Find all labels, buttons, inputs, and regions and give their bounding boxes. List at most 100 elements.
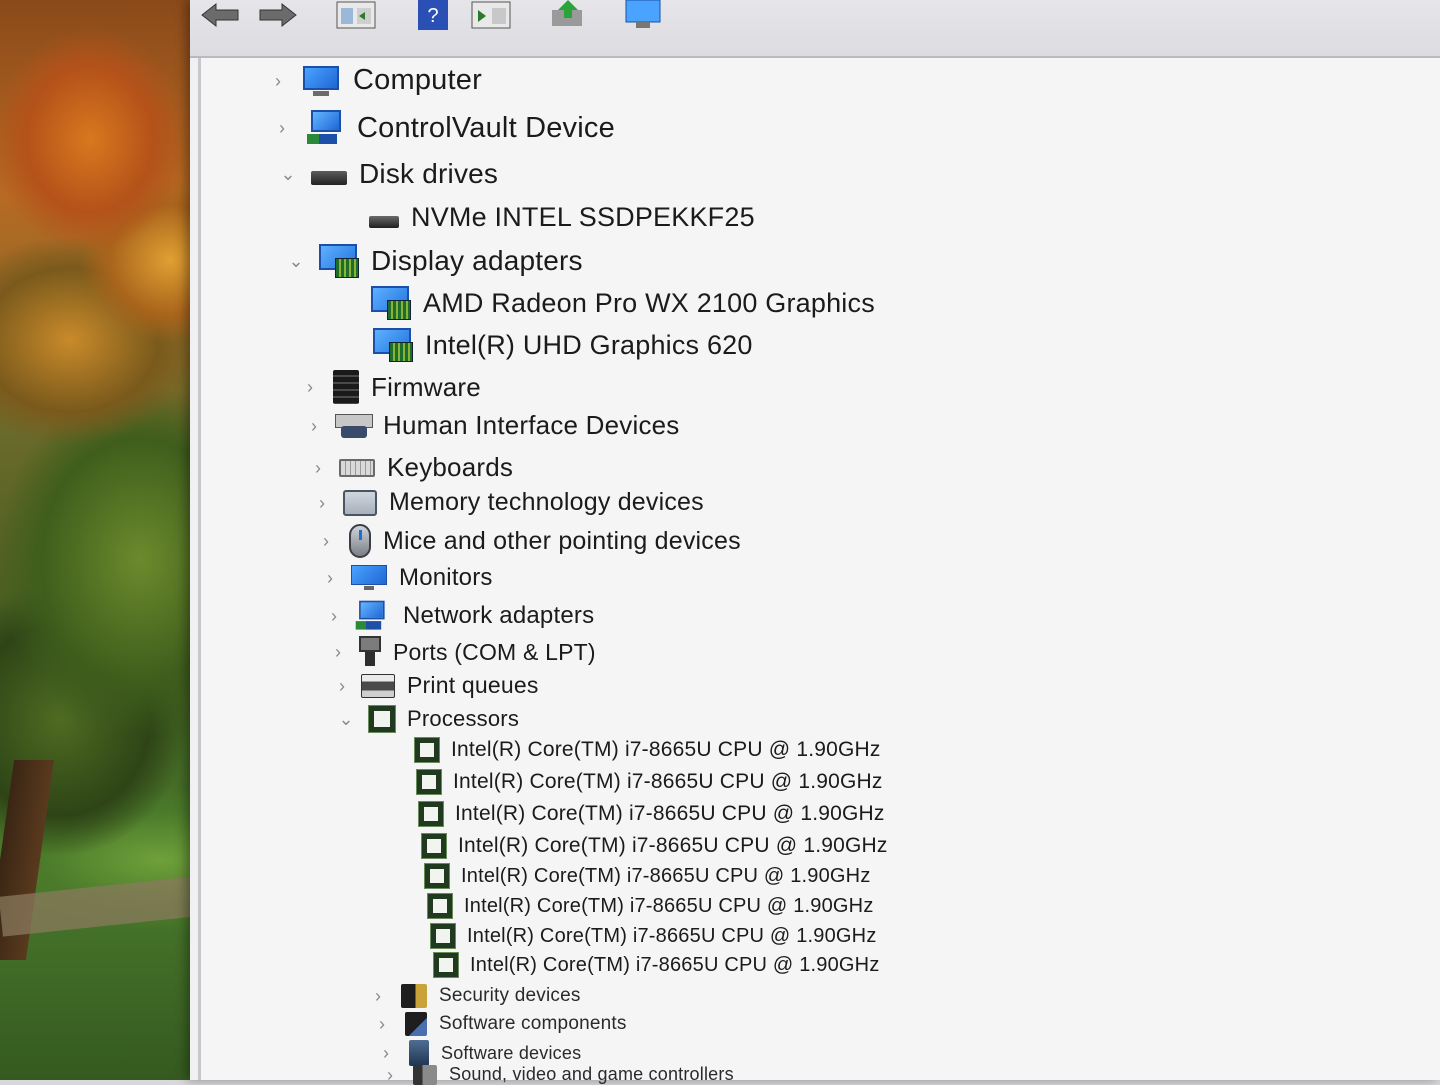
tree-item-display-adapter[interactable]: Intel(R) UHD Graphics 620 xyxy=(373,328,753,362)
chevron-right-icon[interactable]: › xyxy=(369,987,387,1005)
tree-item-display-adapter[interactable]: AMD Radeon Pro WX 2100 Graphics xyxy=(371,286,875,320)
scan-hardware-icon xyxy=(625,0,661,28)
forward-button[interactable] xyxy=(258,0,298,30)
tree-label: Sound, video and game controllers xyxy=(449,1064,734,1084)
chevron-right-icon[interactable]: › xyxy=(273,119,291,137)
tree-label: Network adapters xyxy=(403,602,595,629)
chevron-right-icon[interactable]: › xyxy=(373,1015,391,1033)
tree-label: Keyboards xyxy=(387,452,514,482)
tree-item-processor[interactable]: Intel(R) Core(TM) i7-8665U CPU @ 1.90GHz xyxy=(416,769,883,795)
keyboard-icon xyxy=(339,458,375,477)
tree-item-processor[interactable]: Intel(R) Core(TM) i7-8665U CPU @ 1.90GHz xyxy=(414,737,881,763)
chevron-right-icon[interactable]: › xyxy=(381,1066,399,1084)
show-hide-console-button[interactable] xyxy=(470,0,512,30)
mouse-icon xyxy=(349,524,371,558)
forward-icon xyxy=(259,2,297,28)
help-icon: ? xyxy=(418,0,448,30)
tree-node-firmware[interactable]: › Firmware xyxy=(301,370,481,404)
tree-label: Intel(R) Core(TM) i7-8665U CPU @ 1.90GHz xyxy=(451,738,881,761)
tree-node-display-adapters[interactable]: ⌄ Display adapters xyxy=(287,244,583,278)
processor-icon xyxy=(433,952,459,978)
device-tree: › Computer › ControlVault Device ⌄ Disk … xyxy=(198,58,1440,1085)
tree-label: Computer xyxy=(353,64,482,96)
tree-node-security-devices[interactable]: › Security devices xyxy=(369,984,581,1008)
tree-node-network-adapters[interactable]: › Network adapters xyxy=(325,598,594,634)
tree-label: Monitors xyxy=(399,564,493,591)
tree-node-memory-technology[interactable]: › Memory technology devices xyxy=(313,488,704,517)
back-button[interactable] xyxy=(200,0,240,30)
tree-node-print-queues[interactable]: › Print queues xyxy=(333,672,539,699)
scan-hardware-button[interactable] xyxy=(622,0,666,30)
tree-node-ports[interactable]: › Ports (COM & LPT) xyxy=(329,636,596,668)
tree-item-processor[interactable]: Intel(R) Core(TM) i7-8665U CPU @ 1.90GHz xyxy=(430,923,877,949)
chevron-right-icon[interactable]: › xyxy=(269,72,287,90)
tree-node-sound-controllers[interactable]: › Sound, video and game controllers xyxy=(381,1064,734,1085)
disk-drive-icon xyxy=(369,215,399,228)
tree-node-hid[interactable]: › Human Interface Devices xyxy=(305,410,680,441)
tree-node-computer[interactable]: › Computer xyxy=(269,64,482,97)
tree-node-processors[interactable]: ⌄ Processors xyxy=(337,705,520,733)
chevron-right-icon[interactable]: › xyxy=(313,494,331,512)
tree-label: Intel(R) Core(TM) i7-8665U CPU @ 1.90GHz xyxy=(455,802,885,825)
tree-node-software-components[interactable]: › Software components xyxy=(373,1012,627,1036)
properties-button[interactable] xyxy=(335,0,377,30)
tree-node-controlvault[interactable]: › ControlVault Device xyxy=(273,110,615,146)
show-hide-console-icon xyxy=(471,1,511,29)
update-driver-icon xyxy=(552,0,582,26)
device-manager-window: ? › Computer › ControlVault Device ⌄ Dis xyxy=(190,0,1440,1085)
tree-node-disk-drives[interactable]: ⌄ Disk drives xyxy=(279,158,498,190)
firmware-icon xyxy=(333,370,359,404)
tree-label: Software components xyxy=(439,1013,627,1034)
tree-item-processor[interactable]: Intel(R) Core(TM) i7-8665U CPU @ 1.90GHz xyxy=(427,893,874,919)
tree-node-mice[interactable]: › Mice and other pointing devices xyxy=(317,524,741,558)
help-button[interactable]: ? xyxy=(416,0,450,30)
port-icon xyxy=(359,636,381,668)
processor-icon xyxy=(414,737,440,763)
tree-label: Human Interface Devices xyxy=(383,410,680,440)
tree-label: AMD Radeon Pro WX 2100 Graphics xyxy=(423,287,875,318)
tree-item-processor[interactable]: Intel(R) Core(TM) i7-8665U CPU @ 1.90GHz xyxy=(418,801,885,827)
tree-item-processor[interactable]: Intel(R) Core(TM) i7-8665U CPU @ 1.90GHz xyxy=(421,833,888,859)
tree-node-software-devices[interactable]: › Software devices xyxy=(377,1040,581,1066)
tree-label: Intel(R) Core(TM) i7-8665U CPU @ 1.90GHz xyxy=(467,924,877,947)
processor-icon xyxy=(416,769,442,795)
update-driver-button[interactable] xyxy=(548,0,588,30)
chevron-right-icon[interactable]: › xyxy=(333,677,351,695)
tree-label: Intel(R) Core(TM) i7-8665U CPU @ 1.90GHz xyxy=(464,894,874,917)
chevron-down-icon[interactable]: ⌄ xyxy=(279,165,297,183)
tree-node-keyboards[interactable]: › Keyboards xyxy=(309,452,513,483)
tree-item-processor[interactable]: Intel(R) Core(TM) i7-8665U CPU @ 1.90GHz xyxy=(433,952,880,978)
hid-icon xyxy=(335,412,373,440)
chevron-right-icon[interactable]: › xyxy=(309,459,327,477)
tree-label: Print queues xyxy=(407,672,539,698)
disk-drive-icon xyxy=(311,171,347,185)
svg-text:?: ? xyxy=(427,5,438,27)
processor-icon xyxy=(427,893,453,919)
processor-icon xyxy=(424,863,450,889)
chevron-right-icon[interactable]: › xyxy=(321,569,339,587)
processor-icon xyxy=(368,705,396,733)
controlvault-icon xyxy=(305,110,345,146)
chevron-right-icon[interactable]: › xyxy=(301,378,319,396)
tree-label: NVMe INTEL SSDPEKKF25 xyxy=(411,202,755,232)
processor-icon xyxy=(430,923,456,949)
tree-label: Intel(R) Core(TM) i7-8665U CPU @ 1.90GHz xyxy=(458,834,888,857)
tree-label: Security devices xyxy=(439,985,581,1006)
display-adapter-icon xyxy=(371,286,411,320)
chevron-right-icon[interactable]: › xyxy=(317,532,335,550)
chevron-right-icon[interactable]: › xyxy=(329,643,347,661)
chevron-right-icon[interactable]: › xyxy=(325,607,343,625)
sound-device-icon xyxy=(413,1064,437,1085)
chevron-right-icon[interactable]: › xyxy=(377,1044,395,1062)
tree-label: Processors xyxy=(407,706,520,731)
tree-label: Display adapters xyxy=(371,245,583,276)
tree-node-monitors[interactable]: › Monitors xyxy=(321,564,493,592)
tree-item-disk[interactable]: NVMe INTEL SSDPEKKF25 xyxy=(369,202,755,233)
chevron-down-icon[interactable]: ⌄ xyxy=(287,252,305,270)
tree-label: Intel(R) UHD Graphics 620 xyxy=(425,329,753,360)
chevron-down-icon[interactable]: ⌄ xyxy=(337,710,355,728)
software-device-icon xyxy=(409,1040,429,1066)
tree-item-processor[interactable]: Intel(R) Core(TM) i7-8665U CPU @ 1.90GHz xyxy=(424,863,871,889)
chevron-right-icon[interactable]: › xyxy=(305,417,323,435)
memory-device-icon xyxy=(343,489,377,516)
